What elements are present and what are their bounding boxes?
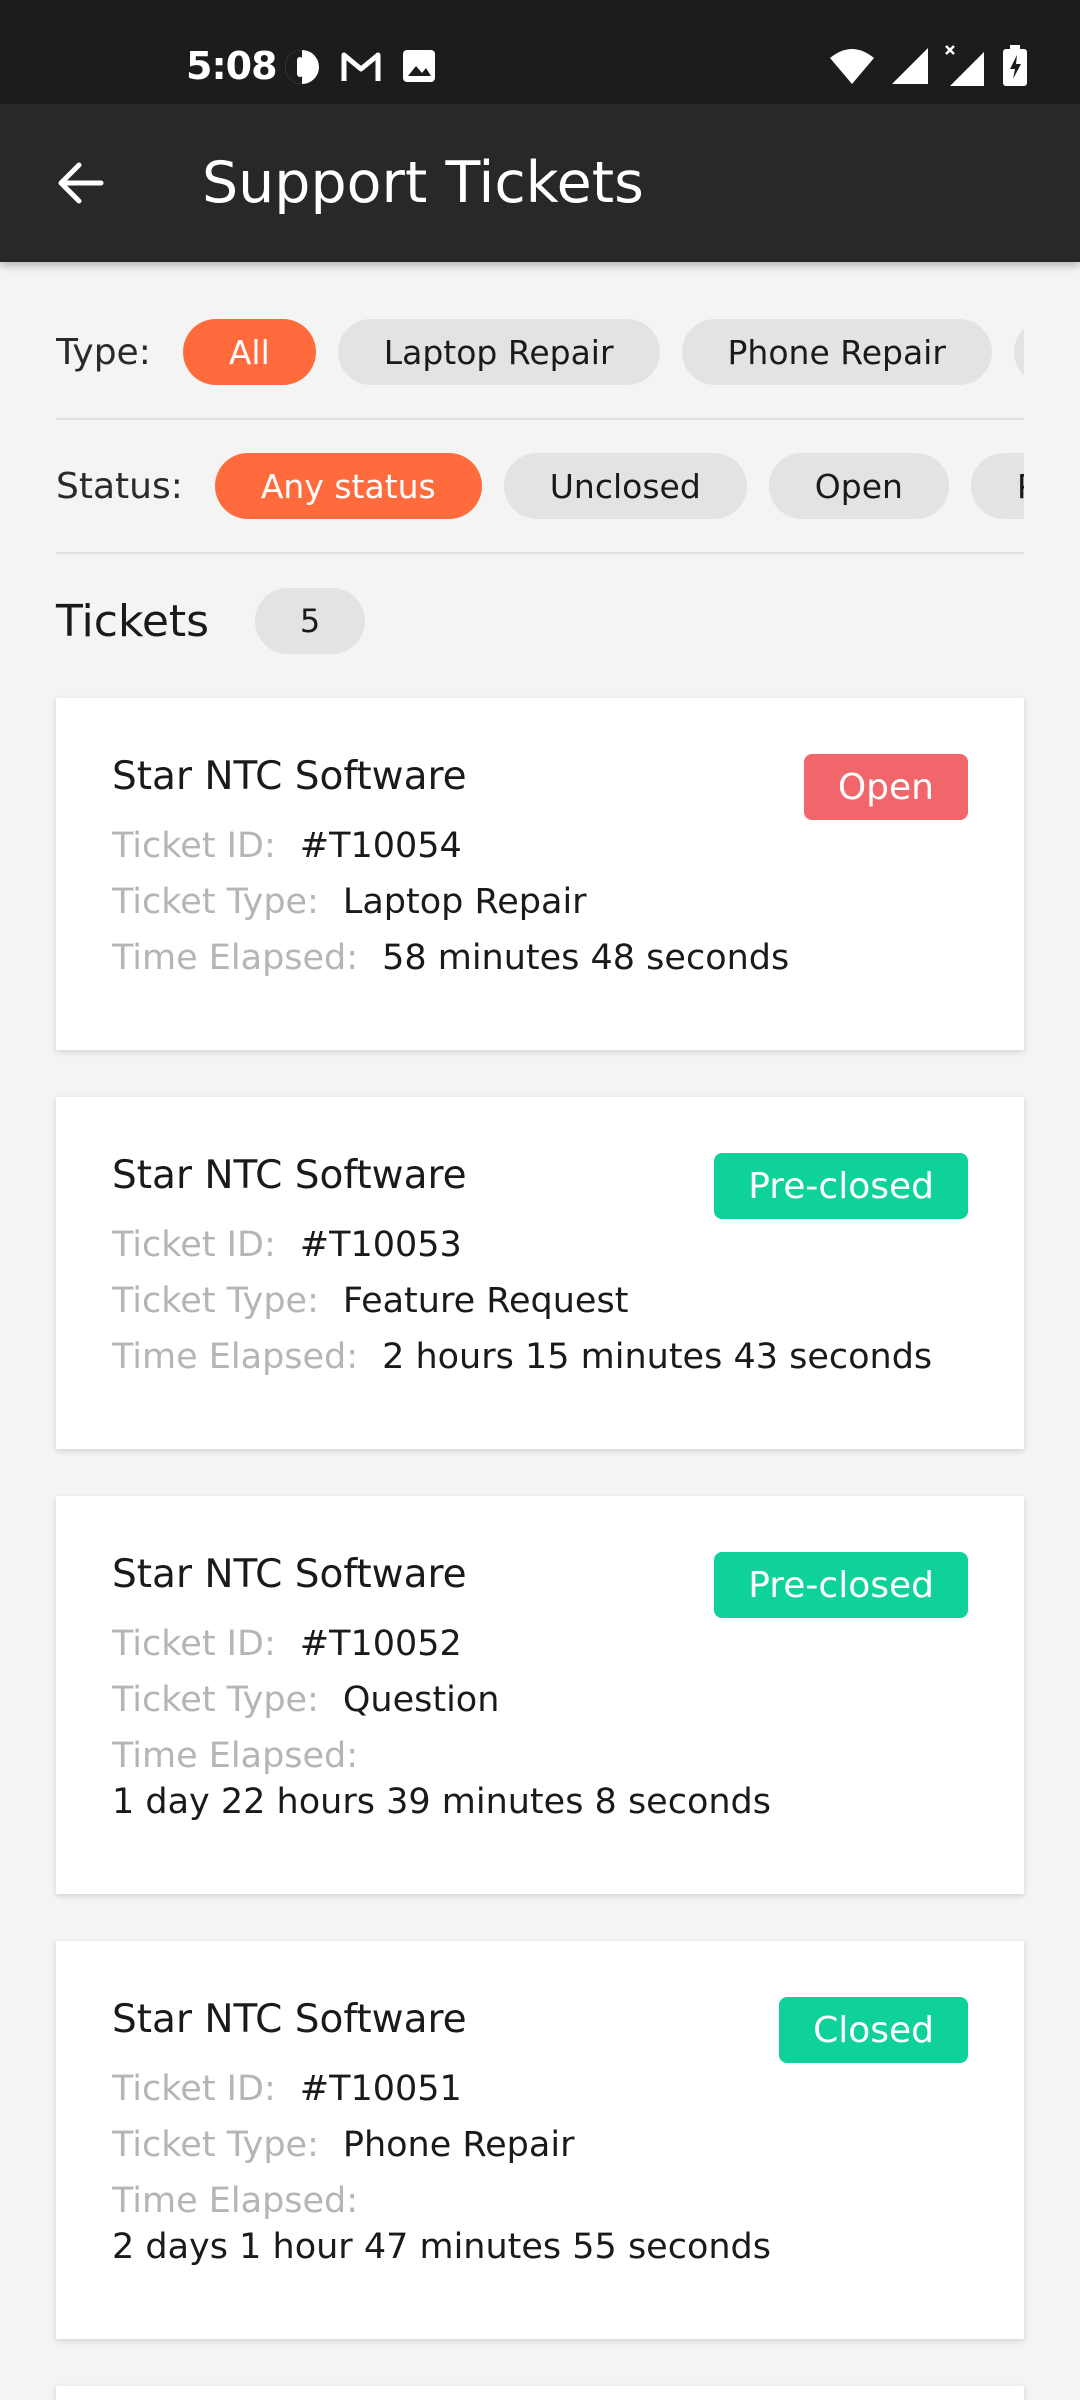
system-icons bbox=[828, 44, 1028, 88]
tickets-header: Tickets 5 bbox=[56, 586, 366, 656]
time-elapsed-label: Time Elapsed: bbox=[112, 938, 359, 978]
arrow-left-icon bbox=[58, 162, 104, 204]
page-title: Support Tickets bbox=[202, 150, 644, 216]
type-filter-label: Type: bbox=[56, 331, 151, 373]
status-chip-pending[interactable]: Pe bbox=[970, 453, 1024, 519]
time-elapsed-label: Time Elapsed: bbox=[112, 1337, 359, 1377]
battery-charging-icon bbox=[1003, 45, 1027, 86]
ticket-type-label: Ticket Type: bbox=[112, 2125, 319, 2165]
ticket-id-label: Ticket ID: bbox=[112, 2069, 276, 2109]
ticket-id-row: Ticket ID: #T10051 bbox=[112, 2069, 462, 2109]
signal-icon bbox=[892, 48, 928, 84]
type-chip-all[interactable]: All bbox=[182, 319, 316, 385]
ticket-type-label: Ticket Type: bbox=[112, 1680, 319, 1720]
gallery-icon bbox=[403, 50, 435, 82]
time-elapsed-row: Time Elapsed: bbox=[112, 1736, 382, 1776]
ticket-type-row: Ticket Type: Laptop Repair bbox=[112, 882, 587, 922]
ticket-id-row: Ticket ID: #T10054 bbox=[112, 826, 462, 866]
ticket-card[interactable] bbox=[56, 2386, 1024, 2400]
time-elapsed-row: Time Elapsed: 58 minutes 48 seconds bbox=[112, 938, 789, 978]
tickets-count-badge: 5 bbox=[255, 588, 366, 654]
ticket-card[interactable]: Star NTC Software Open Ticket ID: #T10054… bbox=[56, 698, 1024, 1050]
ticket-id-row: Ticket ID: #T10052 bbox=[112, 1624, 462, 1664]
status-chip-open[interactable]: Open bbox=[768, 453, 949, 519]
status-badge: Open bbox=[803, 754, 968, 820]
ticket-type-row: Ticket Type: Feature Request bbox=[112, 1281, 628, 1321]
time-elapsed-value: 2 days 1 hour 47 minutes 55 seconds bbox=[112, 2227, 772, 2267]
ticket-card[interactable]: Star NTC Software Pre-closed Ticket ID: #… bbox=[56, 1496, 1024, 1894]
data-saver-icon bbox=[285, 50, 319, 84]
status-filter-label: Status: bbox=[56, 465, 183, 507]
status-badge: Pre-closed bbox=[714, 1552, 968, 1618]
ticket-company: Star NTC Software bbox=[112, 1997, 467, 2042]
ticket-id-value: #T10051 bbox=[299, 2069, 462, 2109]
status-bar: 5:08 bbox=[0, 0, 1080, 104]
ticket-id-value: #T10054 bbox=[299, 826, 462, 866]
time-elapsed-value: 1 day 22 hours 39 minutes 8 seconds bbox=[112, 1782, 772, 1822]
ticket-type-label: Ticket Type: bbox=[112, 882, 319, 922]
status-chip-unclosed[interactable]: Unclosed bbox=[503, 453, 747, 519]
ticket-card[interactable]: Star NTC Software Closed Ticket ID: #T100… bbox=[56, 1941, 1024, 2339]
time-elapsed-label: Time Elapsed: bbox=[112, 2181, 359, 2221]
status-chip-any[interactable]: Any status bbox=[214, 453, 482, 519]
tickets-heading: Tickets bbox=[56, 595, 210, 647]
ticket-type-value: Question bbox=[342, 1680, 500, 1720]
type-chip-more[interactable] bbox=[1013, 319, 1024, 385]
back-button[interactable] bbox=[54, 156, 108, 210]
type-chip-phone-repair[interactable]: Phone Repair bbox=[681, 319, 992, 385]
ticket-type-row: Ticket Type: Phone Repair bbox=[112, 2125, 574, 2165]
ticket-company: Star NTC Software bbox=[112, 754, 467, 799]
type-chip-laptop-repair[interactable]: Laptop Repair bbox=[337, 319, 660, 385]
ticket-id-value: #T10053 bbox=[299, 1225, 462, 1265]
time-elapsed-row: Time Elapsed: bbox=[112, 2181, 382, 2221]
notification-icons bbox=[282, 47, 438, 87]
ticket-type-value: Feature Request bbox=[342, 1281, 629, 1321]
wifi-icon bbox=[830, 49, 874, 84]
time-elapsed-label: Time Elapsed: bbox=[112, 1736, 359, 1776]
ticket-id-label: Ticket ID: bbox=[112, 826, 276, 866]
ticket-company: Star NTC Software bbox=[112, 1153, 467, 1198]
ticket-type-label: Ticket Type: bbox=[112, 1281, 319, 1321]
gmail-icon bbox=[341, 52, 381, 81]
ticket-company: Star NTC Software bbox=[112, 1552, 467, 1597]
ticket-id-value: #T10052 bbox=[299, 1624, 462, 1664]
ticket-type-row: Ticket Type: Question bbox=[112, 1680, 499, 1720]
ticket-id-row: Ticket ID: #T10053 bbox=[112, 1225, 462, 1265]
ticket-type-value: Laptop Repair bbox=[342, 882, 587, 922]
ticket-id-label: Ticket ID: bbox=[112, 1624, 276, 1664]
status-time: 5:08 bbox=[186, 44, 278, 88]
time-elapsed-row: Time Elapsed: 2 hours 15 minutes 43 secon… bbox=[112, 1337, 932, 1377]
status-badge: Pre-closed bbox=[714, 1153, 968, 1219]
app-bar: Support Tickets bbox=[0, 104, 1080, 262]
status-badge: Closed bbox=[779, 1997, 968, 2063]
time-elapsed-value: 58 minutes 48 seconds bbox=[382, 938, 790, 978]
type-filter-row: Type: All Laptop Repair Phone Repair bbox=[56, 286, 1024, 420]
ticket-id-label: Ticket ID: bbox=[112, 1225, 276, 1265]
ticket-type-value: Phone Repair bbox=[342, 2125, 575, 2165]
time-elapsed-value: 2 hours 15 minutes 43 seconds bbox=[382, 1337, 933, 1377]
ticket-card[interactable]: Star NTC Software Pre-closed Ticket ID: #… bbox=[56, 1097, 1024, 1449]
signal-x-icon bbox=[945, 45, 984, 86]
status-filter-row: Status: Any status Unclosed Open Pe bbox=[56, 420, 1024, 554]
